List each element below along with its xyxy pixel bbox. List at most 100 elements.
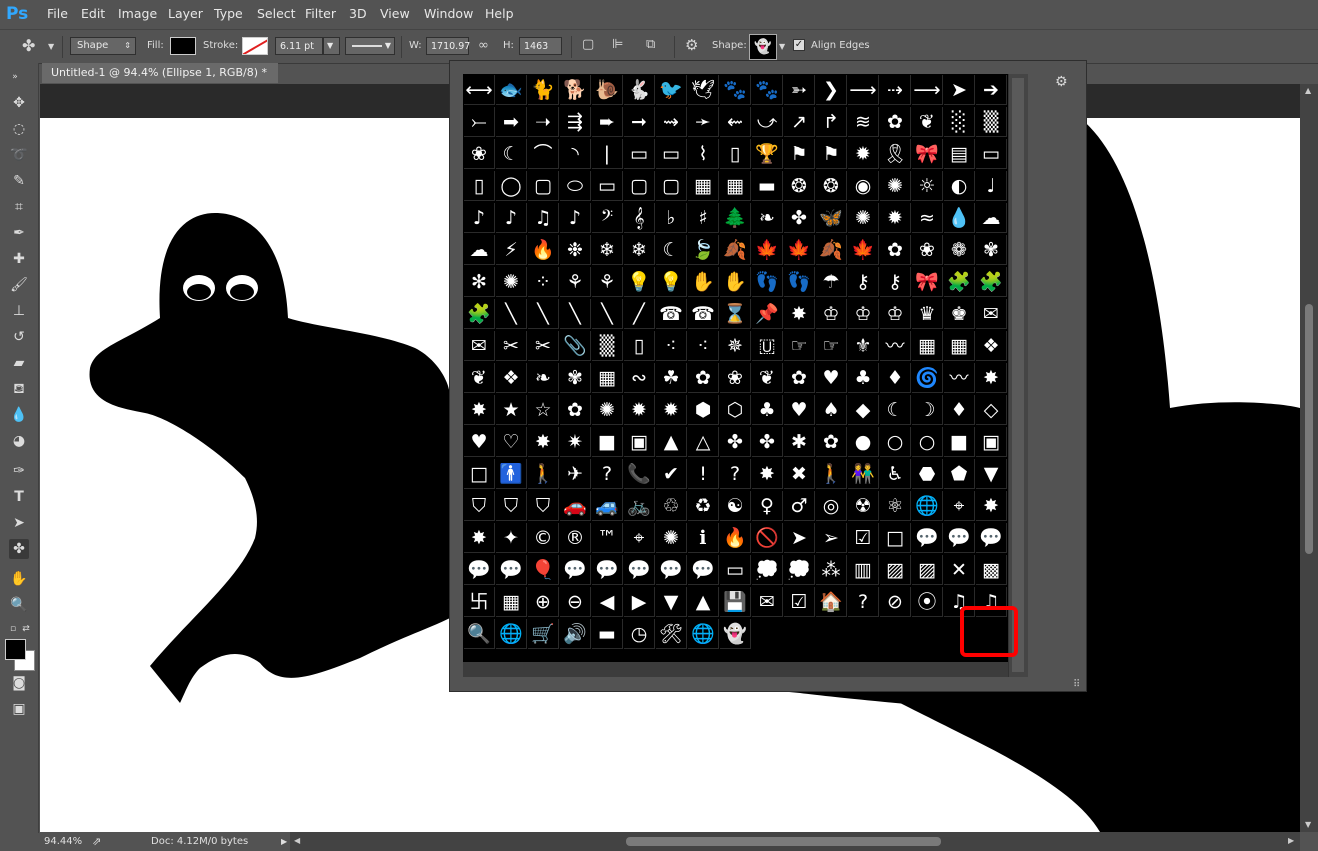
menu-filter[interactable]: Filter [305,6,336,21]
shape-cell[interactable]: 💭 [752,555,783,585]
shape-cell[interactable]: ✿ [880,107,911,137]
shape-cell[interactable]: ♔ [880,299,911,329]
shape-cell[interactable]: 🐈 [528,75,559,105]
shape-cell[interactable]: ✱ [784,427,815,457]
shape-cell[interactable]: ❧ [752,203,783,233]
shape-cell[interactable]: ☼ [912,171,943,201]
shape-cell[interactable]: 🌐 [912,491,943,521]
shape-cell[interactable]: ♻ [688,491,719,521]
shape-cell[interactable]: ▼ [656,587,687,617]
hand-tool-icon[interactable]: ✋ [9,569,29,589]
shape-cell[interactable]: 🛠 [656,619,687,649]
shape-cell[interactable]: ? [592,459,623,489]
shape-cell[interactable]: ▦ [912,331,943,361]
shape-cell[interactable]: 🍂 [816,235,847,265]
shape-cell[interactable]: ☢ [848,491,879,521]
shape-cell[interactable]: ☆ [528,395,559,425]
brush-tool-icon[interactable]: 🖌 [9,275,29,295]
shape-cell[interactable]: ⇢ [880,75,911,105]
menu-file[interactable]: File [47,6,68,21]
shape-cell[interactable]: © [528,523,559,553]
shape-cell[interactable]: 🚶 [816,459,847,489]
shape-cell[interactable]: ⇜ [720,107,751,137]
swap-colors-icon[interactable]: ⇄ [16,619,36,639]
custom-shape-tool-icon[interactable]: ✤ [9,539,29,559]
menu-window[interactable]: Window [424,6,473,21]
shape-cell[interactable]: ➤ [944,75,975,105]
crop-tool-icon[interactable]: ⌗ [9,197,29,217]
shape-cell[interactable]: 💬 [656,555,687,585]
shape-cell[interactable]: ✂ [528,331,559,361]
clone-stamp-tool-icon[interactable]: ⊥ [9,301,29,321]
shape-cell[interactable]: ⚷ [880,267,911,297]
shape-cell[interactable]: ✉ [464,331,495,361]
shape-cell[interactable]: ▒ [976,107,1007,137]
shape-cell[interactable]: ❦ [912,107,943,137]
gear-icon[interactable]: ⚙ [685,37,698,53]
shape-cell[interactable]: ✤ [720,427,751,457]
shape-cell[interactable]: ➔ [976,75,1007,105]
shape-cell[interactable]: ◝ [560,139,591,169]
shape-cell[interactable]: ▩ [976,555,1007,585]
shape-cell[interactable]: ⌛ [720,299,751,329]
tool-preset-dropdown-icon[interactable]: ▼ [48,39,54,55]
shape-cell[interactable]: ✿ [816,427,847,457]
shape-cell[interactable]: ✸ [464,523,495,553]
shape-cell[interactable]: ☯ [720,491,751,521]
shape-cell[interactable]: 🐇 [624,75,655,105]
shape-cell[interactable]: ✔ [656,459,687,489]
shape-cell[interactable]: ▲ [688,587,719,617]
shape-cell[interactable]: ◇ [976,395,1007,425]
shape-cell[interactable]: 💬 [912,523,943,553]
shape-cell[interactable]: ❘ [592,139,623,169]
shape-cell[interactable]: 💬 [592,555,623,585]
shape-cell[interactable]: ⁂ [816,555,847,585]
shape-cell[interactable]: ♛ [912,299,943,329]
shape-cell[interactable]: 🌐 [496,619,527,649]
shape-cell[interactable]: ✿ [688,363,719,393]
align-edges-checkbox[interactable]: ✓ [793,39,805,51]
shape-cell[interactable]: 🌐 [688,619,719,649]
menu-view[interactable]: View [380,6,410,21]
shape-cell[interactable]: ⚘ [560,267,591,297]
shape-cell[interactable]: ▦ [496,587,527,617]
shape-cell[interactable]: 🔥 [720,523,751,553]
shape-cell[interactable]: ✹ [848,139,879,169]
shape-cell[interactable]: ▣ [976,427,1007,457]
shape-cell[interactable]: ♪ [464,203,495,233]
shape-cell[interactable]: ⤚ [464,107,495,137]
shape-cell[interactable]: ╲ [528,299,559,329]
shape-cell[interactable]: ✺ [496,267,527,297]
shape-cell[interactable]: ✺ [656,523,687,553]
shape-cell[interactable]: ▣ [624,427,655,457]
shape-cell[interactable]: ▯ [720,139,751,169]
stroke-width-dropdown[interactable]: ▼ [323,37,340,55]
shape-cell[interactable]: ♪ [560,203,591,233]
foreground-color-swatch[interactable] [5,639,26,660]
shape-cell[interactable]: 🐾 [720,75,751,105]
shape-cell[interactable]: 🛒 [528,619,559,649]
shape-cell[interactable]: 💬 [624,555,655,585]
fill-color-swatch[interactable] [170,37,196,55]
shape-cell[interactable]: 💬 [496,555,527,585]
shape-cell[interactable]: 🎀 [912,267,943,297]
shape-cell[interactable]: 🔍 [464,619,495,649]
shape-cell[interactable]: ✤ [752,427,783,457]
eraser-tool-icon[interactable]: ▰ [9,353,29,373]
shape-cell[interactable]: ▬ [592,619,623,649]
shape-cell[interactable]: ✸ [976,491,1007,521]
shape-cell[interactable]: ╲ [496,299,527,329]
shape-cell[interactable]: ░ [944,107,975,137]
shape-cell[interactable]: 💧 [944,203,975,233]
menu-select[interactable]: Select [257,6,296,21]
shape-cell[interactable]: ⇝ [656,107,687,137]
shape-cell[interactable]: ☞ [784,331,815,361]
shape-cell[interactable]: 🔥 [528,235,559,265]
shape-cell[interactable]: ♲ [656,491,687,521]
shape-cell[interactable]: ▶ [624,587,655,617]
shape-cell[interactable]: ♪ [496,203,527,233]
shape-cell[interactable]: ⚷ [848,267,879,297]
shape-cell[interactable]: 🦋 [816,203,847,233]
shape-cell[interactable]: ✿ [784,363,815,393]
shape-cell[interactable]: ▭ [720,555,751,585]
